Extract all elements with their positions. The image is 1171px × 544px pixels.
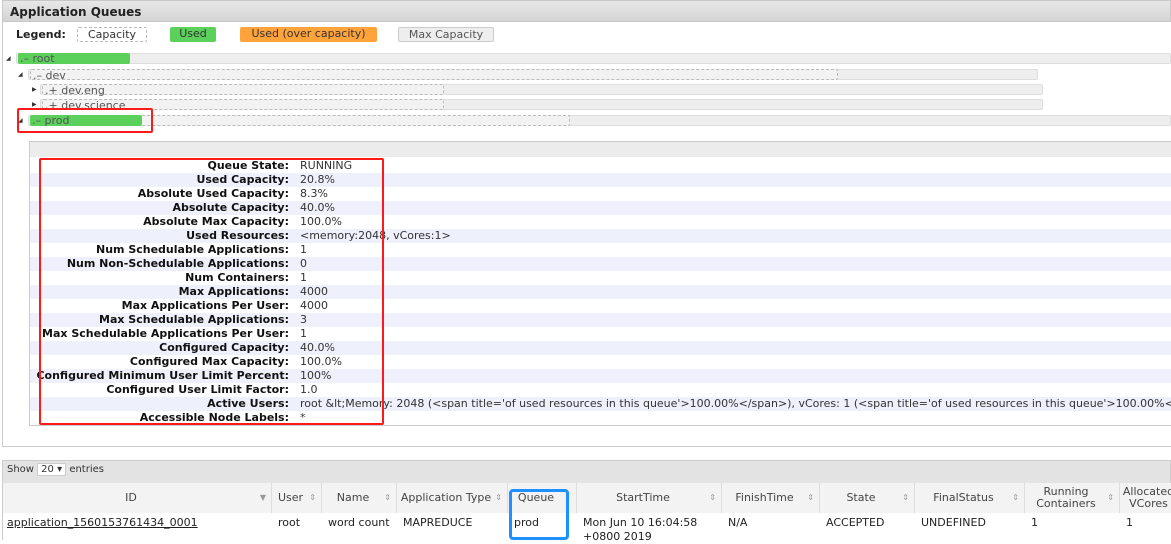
sort-icon: ⇕ xyxy=(902,493,909,502)
sort-icon: ⇕ xyxy=(807,493,814,502)
queue-dev-eng[interactable]: .+ dev.eng xyxy=(42,84,444,97)
sort-icon: ⇕ xyxy=(384,493,391,502)
show-label: Show xyxy=(7,464,34,475)
legend-label: Legend: xyxy=(16,28,66,41)
column-header-user[interactable]: User ⇕ xyxy=(272,483,322,513)
sort-icon: ⇕ xyxy=(1012,493,1019,502)
page-title: Application Queues xyxy=(10,5,142,19)
cell-application-type: MAPREDUCE xyxy=(403,516,473,529)
cell-allocated-vcores: 1 xyxy=(1126,516,1133,529)
column-label: StartTime xyxy=(616,491,670,504)
column-header-starttime[interactable]: StartTime ⇕ xyxy=(577,483,722,513)
legend-used: Used xyxy=(170,27,216,42)
cell-finishtime: N/A xyxy=(728,516,748,529)
sort-icon: ⇕ xyxy=(495,493,502,502)
column-label: FinalStatus xyxy=(933,491,994,504)
queue-label: .+ dev.eng xyxy=(45,84,105,97)
highlight-box-blue xyxy=(509,489,569,540)
page-size-control: Show 20 ▾ entries xyxy=(7,463,104,476)
column-label: State xyxy=(846,491,876,504)
column-header-finishtime[interactable]: FinishTime ⇕ xyxy=(722,483,820,513)
queue-dev[interactable]: .– dev xyxy=(30,69,838,82)
expand-triangle-icon[interactable]: ◢ xyxy=(18,71,23,78)
column-header-finalstatus[interactable]: FinalStatus ⇕ xyxy=(915,483,1025,513)
expand-triangle-icon[interactable]: ◢ xyxy=(6,55,11,62)
app-id-link[interactable]: application_1560153761434_0001 xyxy=(7,516,268,530)
queue-root[interactable]: .– root xyxy=(18,53,130,64)
legend-capacity: Capacity xyxy=(77,27,147,42)
queue-label: .– root xyxy=(20,52,55,65)
detail-value: root &lt;Memory: 2048 (<span title='of u… xyxy=(300,397,1171,410)
root-max-bar xyxy=(16,53,1171,64)
column-label: Application Type xyxy=(400,491,492,504)
dropdown-arrow-icon: ▾ xyxy=(57,464,63,475)
highlight-box-red xyxy=(17,108,153,133)
cell-name: word count xyxy=(328,516,390,529)
collapsed-triangle-icon[interactable]: ▶ xyxy=(32,86,37,93)
column-label: Allocated VCores xyxy=(1122,485,1171,510)
cell-user: root xyxy=(278,516,301,529)
sort-icon: ⇕ xyxy=(1107,493,1114,502)
sort-desc-icon: ▼ xyxy=(259,493,266,502)
column-label: Running Containers xyxy=(1036,485,1096,510)
cell-state: ACCEPTED xyxy=(826,516,885,529)
cell-running-containers: 1 xyxy=(1031,516,1038,529)
cell-finalstatus: UNDEFINED xyxy=(921,516,986,529)
page-size-select[interactable]: 20 ▾ xyxy=(37,463,67,476)
column-label: Name xyxy=(336,491,370,504)
details-header xyxy=(30,142,1171,157)
column-header-allocated-vcores[interactable]: Allocated VCores⇕ xyxy=(1120,483,1171,513)
column-label: ID xyxy=(125,491,137,504)
sort-icon: ⇕ xyxy=(709,493,716,502)
column-label: FinishTime xyxy=(735,491,794,504)
entries-label: entries xyxy=(69,464,104,475)
legend-over-capacity: Used (over capacity) xyxy=(240,27,377,42)
highlight-box-red xyxy=(39,158,384,425)
column-header-application-type[interactable]: Application Type ⇕ xyxy=(397,483,508,513)
legend-max-capacity: Max Capacity xyxy=(398,27,494,42)
panel-header: Application Queues xyxy=(2,0,1171,22)
column-header-running-containers[interactable]: Running Containers ⇕ xyxy=(1025,483,1120,513)
column-header-id[interactable]: ID ▼ xyxy=(3,483,272,513)
column-header-name[interactable]: Name ⇕ xyxy=(322,483,397,513)
sort-icon: ⇕ xyxy=(309,493,316,502)
queue-label: .– dev xyxy=(33,69,66,82)
collapsed-triangle-icon[interactable]: ▶ xyxy=(32,101,37,108)
column-header-state[interactable]: State ⇕ xyxy=(820,483,915,513)
page-size-value: 20 xyxy=(41,464,54,475)
